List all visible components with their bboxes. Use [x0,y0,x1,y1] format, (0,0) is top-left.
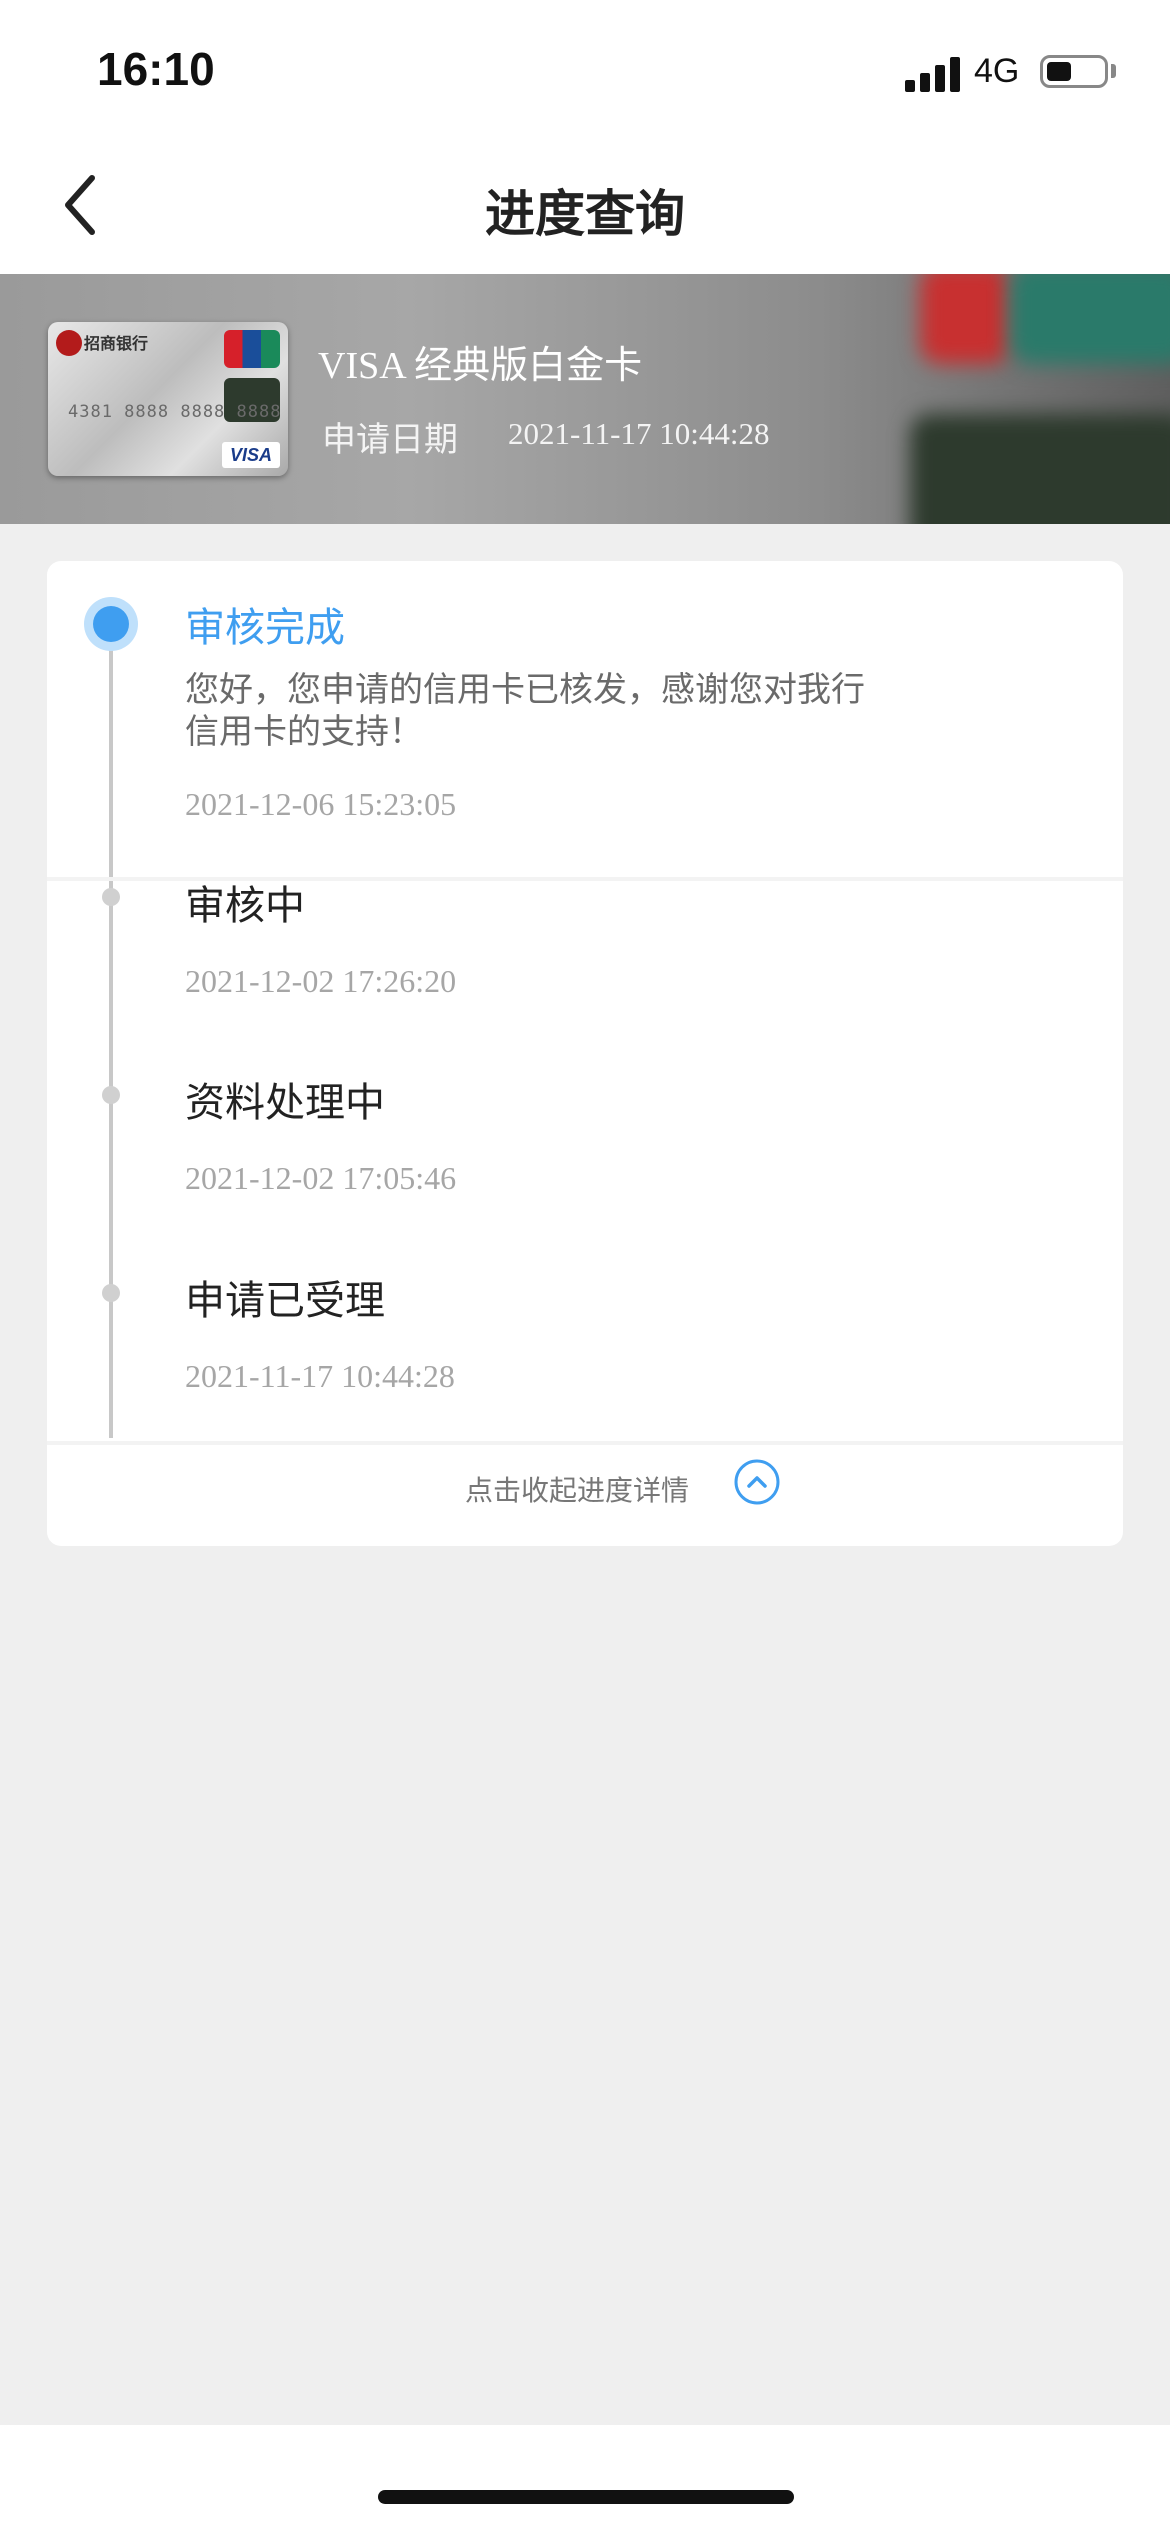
nav-bar: 进度查询 [0,140,1170,274]
step-title: 申请已受理 [185,1278,385,1324]
status-time: 16:10 [97,43,215,95]
timeline-line [109,623,113,1438]
bank-logo-icon [56,330,82,356]
collapse-details-button[interactable]: 点击收起进度详情 [47,1441,1123,1541]
step-title: 资料处理中 [185,1080,385,1126]
apply-date-label: 申请日期 [322,420,458,460]
bottom-safe-area [0,2425,1170,2532]
status-bar: 16:10 4G [0,0,1170,140]
timeline-node [102,1086,120,1104]
apply-date: 2021-11-17 10:44:28 [508,416,770,451]
step-time: 2021-12-02 17:26:20 [185,963,457,999]
collapse-label: 点击收起进度详情 [465,1474,690,1507]
timeline-node [102,888,120,906]
bg-decoration [1010,274,1170,364]
step-description: 您好，您申请的信用卡已核发，感谢您对我行信用卡的支持！ [185,670,865,752]
signal-icon [905,54,963,92]
card-number: 4381 8888 8888 8888 [68,402,282,422]
step-time: 2021-11-17 10:44:28 [185,1358,455,1394]
card-name: VISA 经典版白金卡 [318,345,643,387]
card-bank-name: 招商银行 [84,334,149,353]
home-indicator[interactable] [378,2490,794,2504]
credit-card-image: 招商银行 4381 8888 8888 8888 VISA [48,322,288,476]
bg-decoration [920,274,1010,364]
step-title: 审核中 [185,883,305,929]
network-type: 4G [974,52,1020,90]
bg-decoration [910,414,1170,524]
step-title: 审核完成 [185,605,345,651]
step-time: 2021-12-06 15:23:05 [185,786,457,822]
unionpay-logo-icon [224,330,280,368]
battery-level [1047,62,1071,81]
card-header: 招商银行 4381 8888 8888 8888 VISA VISA 经典版白金… [0,274,1170,524]
page-title: 进度查询 [485,185,685,243]
progress-card: 审核完成 您好，您申请的信用卡已核发，感谢您对我行信用卡的支持！ 2021-12… [47,561,1123,1546]
chevron-up-circle-icon [734,1459,780,1505]
battery-cap [1111,64,1116,78]
step-time: 2021-12-02 17:05:46 [185,1160,457,1196]
visa-logo: VISA [222,442,280,468]
timeline-node-active [84,597,138,651]
battery-icon [1040,55,1108,88]
timeline-node [102,1284,120,1302]
